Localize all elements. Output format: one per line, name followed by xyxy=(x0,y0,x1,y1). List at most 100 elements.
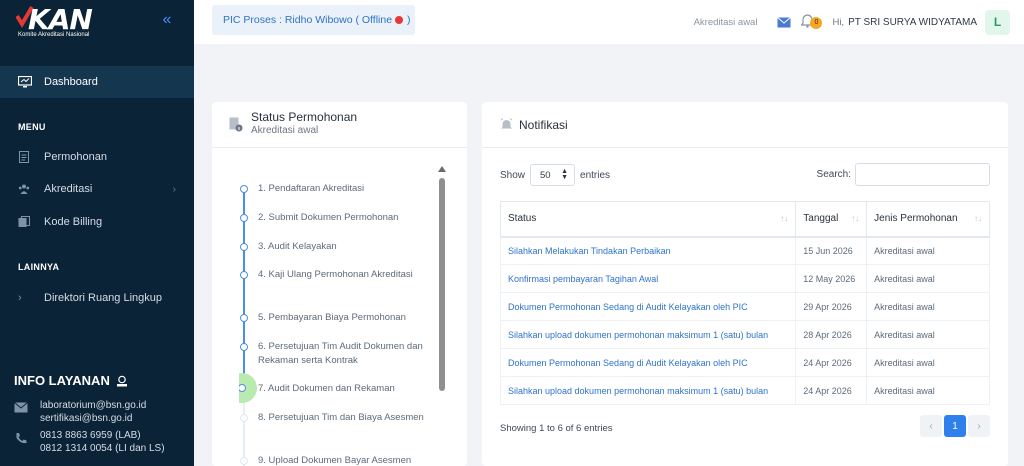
tanggal-cell: 28 Apr 2026 xyxy=(795,320,868,349)
timeline-step[interactable]: 2. Submit Dokumen Permohonan xyxy=(239,211,439,225)
timeline-step[interactable]: 4. Kaji Ulang Permohonan Akreditasi xyxy=(239,268,439,282)
greeting: Hi, xyxy=(832,16,845,28)
jenis-cell: Akreditasi awal xyxy=(866,292,990,321)
sidebar-item-dashboard[interactable]: Dashboard xyxy=(0,66,194,98)
timeline-scrollbar[interactable] xyxy=(437,166,447,466)
phone-icon xyxy=(16,433,27,444)
tanggal-cell: 24 Apr 2026 xyxy=(795,348,868,377)
billing-icon xyxy=(18,216,30,227)
pic-status-close: ) xyxy=(407,14,411,26)
card-header: Status Permohonan Akreditasi awal xyxy=(212,102,467,148)
table-info: Showing 1 to 6 of 6 entries xyxy=(500,423,613,434)
entries-select[interactable]: 50 ▲ ▼ xyxy=(530,164,576,186)
sidebar-item-akreditasi[interactable]: Akreditasi › xyxy=(0,177,194,201)
pic-status-box: PIC Proses : Ridho Wibowo ( Offline ) xyxy=(212,5,415,35)
avatar[interactable]: L xyxy=(985,9,1010,35)
step-dot xyxy=(240,185,248,193)
tanggal-cell: 29 Apr 2026 xyxy=(795,292,868,321)
sidebar-item-direktori[interactable]: › Direktori Ruang Lingkup xyxy=(0,286,194,310)
column-label: Jenis Permohonan xyxy=(874,213,958,225)
email-lab[interactable]: laboratorium@bsn.go.id xyxy=(40,399,146,412)
offline-status-dot xyxy=(395,16,404,24)
monitor-icon xyxy=(18,76,32,88)
user-name[interactable]: PT SRI SURYA WIDYATAMA xyxy=(848,17,977,28)
tanggal-cell: 12 May 2026 xyxy=(795,264,868,293)
status-link[interactable]: Silahkan upload dokumen permohonan maksi… xyxy=(499,320,797,349)
step-label: 2. Submit Dokumen Permohonan xyxy=(258,212,399,223)
status-link[interactable]: Silahkan Melakukan Tindakan Perbaikan xyxy=(499,236,797,265)
messages-icon[interactable] xyxy=(777,16,792,28)
notifications-button[interactable]: 0 xyxy=(800,13,823,31)
phone-li-ls[interactable]: 0812 1314 0054 (LI dan LS) xyxy=(40,442,165,455)
step-label: 3. Audit Kelayakan xyxy=(258,241,337,252)
page-button-current[interactable]: 1 xyxy=(944,415,966,437)
sort-icon: ↑↓ xyxy=(974,214,982,223)
sidebar-item-permohonan[interactable]: Permohonan xyxy=(0,145,194,169)
sidebar-item-kode-billing[interactable]: Kode Billing xyxy=(0,210,194,234)
entries-value: 50 xyxy=(540,169,551,181)
sidebar: KAN Komite Akreditasi Nasional « Dashboa… xyxy=(0,0,194,466)
entries-length-control: Show 50 ▲ ▼ entries xyxy=(500,164,610,186)
table-row: Silahkan Melakukan Tindakan Perbaikan 15… xyxy=(499,236,990,265)
topbar: PIC Proses : Ridho Wibowo ( Offline ) Ak… xyxy=(194,0,1024,44)
column-label: Status xyxy=(508,213,537,225)
search-input[interactable] xyxy=(855,163,990,186)
card-title: Notifikasi xyxy=(519,118,568,132)
timeline-step[interactable]: 9. Upload Dokumen Bayar Asesmen xyxy=(239,454,439,466)
sort-icon: ↑↓ xyxy=(780,214,789,223)
jenis-cell: Akreditasi awal xyxy=(866,236,990,265)
card-title: Status Permohonan xyxy=(251,110,358,124)
tanggal-cell: 24 Apr 2026 xyxy=(795,376,868,405)
brand: KAN Komite Akreditasi Nasional « xyxy=(0,0,194,44)
step-dot xyxy=(240,343,248,351)
notification-count-badge: 0 xyxy=(810,16,823,29)
table-row: Dokumen Permohonan Sedang di Audit Kelay… xyxy=(499,292,990,321)
scrollbar-thumb[interactable] xyxy=(439,178,445,391)
sidebar-item-label: Dashboard xyxy=(44,76,98,88)
document-icon xyxy=(19,151,29,163)
column-header-status[interactable]: Status ↑↓ xyxy=(499,201,797,238)
timeline-step-current[interactable]: 7. Audit Dokumen dan Rekaman xyxy=(239,373,439,403)
kan-logo[interactable]: KAN Komite Akreditasi Nasional xyxy=(14,3,104,40)
collapse-sidebar-icon[interactable]: « xyxy=(158,11,176,29)
column-header-jenis[interactable]: Jenis Permohonan ↑↓ xyxy=(866,201,990,238)
status-link[interactable]: Silahkan upload dokumen permohonan maksi… xyxy=(499,376,797,405)
pagination: ‹ 1 › xyxy=(918,415,990,437)
alarm-icon xyxy=(500,118,513,129)
step-label: 4. Kaji Ulang Permohonan Akreditasi xyxy=(258,269,413,280)
jenis-cell: Akreditasi awal xyxy=(866,320,990,349)
topbar-right: Akreditasi awal 0 Hi, PT SRI SURYA WIDYA… xyxy=(694,0,1010,44)
status-link[interactable]: Dokumen Permohonan Sedang di Audit Kelay… xyxy=(499,292,797,321)
email-sertifikasi[interactable]: sertifikasi@bsn.go.id xyxy=(40,412,146,425)
column-header-tanggal[interactable]: Tanggal ↑↓ xyxy=(795,201,868,238)
notifikasi-card: Notifikasi Show 50 ▲ ▼ entries Search: St… xyxy=(482,102,1008,466)
step-label: 9. Upload Dokumen Bayar Asesmen xyxy=(258,455,412,466)
next-page-button[interactable]: › xyxy=(968,415,990,437)
timeline-step[interactable]: 1. Pendaftaran Akreditasi xyxy=(239,182,439,196)
timeline-step[interactable]: 6. Persetujuan Tim Audit Dokumen dan Rek… xyxy=(239,340,439,368)
table-row: Konfirmasi pembayaran Tagihan Awal 12 Ma… xyxy=(499,264,990,293)
step-dot xyxy=(240,243,248,251)
table-row: Silahkan upload dokumen permohonan maksi… xyxy=(499,376,990,405)
scroll-up-arrow-icon[interactable] xyxy=(438,166,446,172)
step-dot xyxy=(240,214,248,222)
column-label: Tanggal xyxy=(803,213,839,225)
step-label: 6. Persetujuan Tim Audit Dokumen dan Rek… xyxy=(258,341,423,366)
status-permohonan-card: Status Permohonan Akreditasi awal 1. Pen… xyxy=(212,102,467,466)
step-dot xyxy=(240,414,248,422)
timeline-step[interactable]: 5. Pembayaran Biaya Permohonan xyxy=(239,311,439,325)
previous-page-button[interactable]: ‹ xyxy=(920,415,942,437)
table-row: Silahkan upload dokumen permohonan maksi… xyxy=(499,320,990,349)
sidebar-item-label: Direktori Ruang Lingkup xyxy=(44,292,163,304)
status-link[interactable]: Dokumen Permohonan Sedang di Audit Kelay… xyxy=(499,348,797,377)
card-header: Notifikasi xyxy=(482,102,1008,148)
mode-label: Akreditasi awal xyxy=(693,16,758,28)
step-dot xyxy=(240,457,248,465)
info-emails: laboratorium@bsn.go.id sertifikasi@bsn.g… xyxy=(14,399,146,425)
step-dot xyxy=(240,271,248,279)
timeline-step[interactable]: 8. Persetujuan Tim dan Biaya Asesmen xyxy=(239,411,439,425)
status-link[interactable]: Konfirmasi pembayaran Tagihan Awal xyxy=(499,264,797,293)
timeline-step[interactable]: 3. Audit Kelayakan xyxy=(239,240,439,254)
phone-lab[interactable]: 0813 8863 6959 (LAB) xyxy=(40,429,165,442)
info-layanan-title: INFO LAYANAN xyxy=(14,373,128,388)
